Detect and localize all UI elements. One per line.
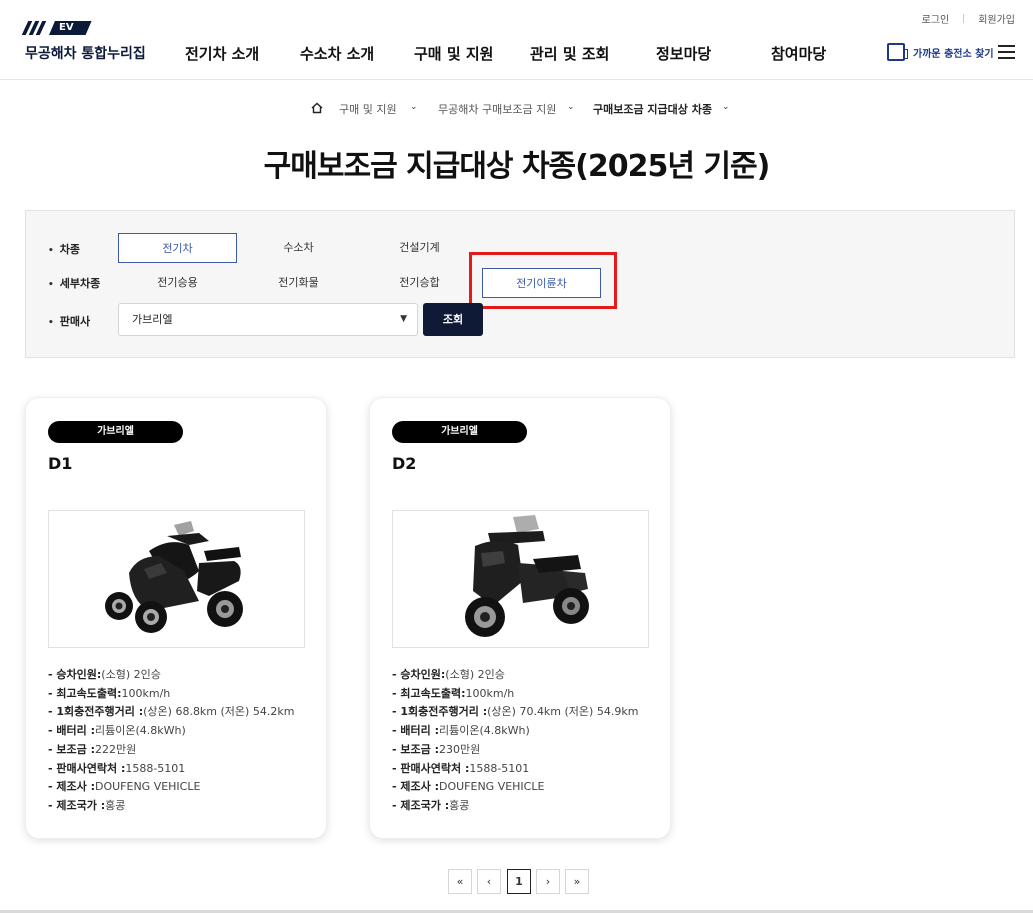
signup-link[interactable]: 회원가입 <box>978 11 1015 26</box>
home-icon[interactable] <box>311 102 323 114</box>
spec-item: - 배터리 :리튬이온(4.8kWh) <box>48 724 186 738</box>
model-name: D1 <box>48 454 73 473</box>
scooter-image <box>105 521 243 633</box>
spec-item: - 제조국가 :홍콩 <box>48 798 126 812</box>
spec-item: - 제조사 :DOUFENG VEHICLE <box>392 780 545 794</box>
seller-label: 판매사 <box>48 313 90 329</box>
logo-ev-badge: EV <box>49 21 92 35</box>
type-option-ev[interactable]: 전기차 <box>118 233 237 263</box>
spec-item: - 최고속도출력:100km/h <box>392 686 515 700</box>
subtype-option-bus[interactable]: 전기승합 <box>360 268 479 298</box>
chevron-down-icon[interactable]: ⌄ <box>567 102 575 112</box>
charger-label: 가까운 충전소 찾기 <box>913 48 994 60</box>
spec-item: - 제조국가 :홍콩 <box>392 798 470 812</box>
util-divider <box>963 14 965 23</box>
type-option-hydrogen[interactable]: 수소차 <box>239 233 358 263</box>
charger-icon <box>887 43 908 61</box>
page-number-current[interactable]: 1 <box>507 869 531 894</box>
type-option-construction[interactable]: 건설기계 <box>360 233 479 263</box>
breadcrumb-item[interactable]: 무공해차 구매보조금 지원 <box>438 101 556 117</box>
scooter-image <box>465 515 589 637</box>
spec-item: - 제조사 :DOUFENG VEHICLE <box>48 780 201 794</box>
prev-page-button[interactable]: ‹ <box>477 869 501 894</box>
spec-item: - 승차인원:(소형) 2인승 <box>48 668 161 681</box>
page-title: 구매보조금 지급대상 차종(2025년 기준) <box>263 149 771 184</box>
nav-participation[interactable]: 참여마당 <box>771 43 826 64</box>
first-page-button[interactable]: « <box>448 869 472 894</box>
spec-list: - 승차인원:(소형) 2인승 - 최고속도출력:100km/h - 1회충전주… <box>48 666 294 816</box>
breadcrumb-current: 구매보조금 지급대상 차종 <box>593 103 712 116</box>
vehicle-card[interactable]: 가브리엘 D2 - 승차인원:(소형) 2인승 - 최고속도출력:100km/h… <box>369 397 671 839</box>
nav-purchase-support[interactable]: 구매 및 지원 <box>414 43 493 64</box>
spec-item: - 배터리 :리튬이온(4.8kWh) <box>392 724 530 738</box>
utility-links: 로그인 회원가입 <box>922 11 1015 26</box>
login-link[interactable]: 로그인 <box>922 11 950 26</box>
spec-item: - 판매사연락처 :1588-5101 <box>392 761 530 775</box>
seller-select[interactable]: 가브리엘 ▼ <box>118 303 418 336</box>
breadcrumb-item[interactable]: 구매 및 지원 <box>339 101 397 117</box>
nav-ev-intro[interactable]: 전기차 소개 <box>185 43 259 64</box>
spec-item: - 판매사연락처 :1588-5101 <box>48 761 186 775</box>
spec-item: - 보조금 :230만원 <box>392 742 481 756</box>
highlight-box <box>469 252 617 309</box>
vehicle-card[interactable]: 가브리엘 D1 - 승차인원:(소형) 2인승 - 최고속도출력:100km/h… <box>25 397 327 839</box>
spec-item: - 1회충전주행거리 :(상온) 68.8km (저온) 54.2km <box>48 705 295 719</box>
spec-item: - 최고속도출력:100km/h <box>48 686 171 700</box>
menu-icon[interactable] <box>998 45 1015 59</box>
chevron-down-icon[interactable]: ⌄ <box>410 102 418 112</box>
spec-item: - 승차인원:(소형) 2인승 <box>392 668 505 681</box>
site-header: EV 무공해차 통합누리집 로그인 회원가입 전기차 소개 수소차 소개 구매 … <box>0 0 1033 80</box>
chevron-down-icon[interactable]: ⌄ <box>722 102 730 112</box>
spec-list: - 승차인원:(소형) 2인승 - 최고속도출력:100km/h - 1회충전주… <box>392 666 638 816</box>
spec-item: - 1회충전주행거리 :(상온) 70.4km (저온) 54.9km <box>392 705 639 719</box>
spec-item: - 보조금 :222만원 <box>48 742 137 756</box>
logo-mark: EV <box>21 20 92 36</box>
logo-text: 무공해차 통합누리집 <box>25 46 146 62</box>
maker-badge: 가브리엘 <box>48 421 183 443</box>
search-button[interactable]: 조회 <box>423 303 483 336</box>
model-name: D2 <box>392 454 417 473</box>
subtype-option-passenger[interactable]: 전기승용 <box>118 268 237 298</box>
vehicle-photo <box>48 510 305 648</box>
subtype-label: 세부차종 <box>48 275 100 291</box>
maker-badge: 가브리엘 <box>392 421 527 443</box>
seller-select-value: 가브리엘 <box>132 313 173 326</box>
caret-down-icon: ▼ <box>400 314 407 324</box>
vehicle-type-label: 차종 <box>48 241 80 257</box>
nav-hydrogen-intro[interactable]: 수소차 소개 <box>300 43 374 64</box>
last-page-button[interactable]: » <box>565 869 589 894</box>
nearby-charger-link[interactable]: 가까운 충전소 찾기 <box>887 43 994 61</box>
nav-manage-search[interactable]: 관리 및 조회 <box>530 43 609 64</box>
breadcrumb: 구매 및 지원 ⌄ 무공해차 구매보조금 지원 ⌄ 구매보조금 지급대상 차종 … <box>0 101 1033 117</box>
site-logo[interactable]: EV 무공해차 통합누리집 <box>21 20 155 65</box>
filter-panel: 차종 전기차 수소차 건설기계 세부차종 전기승용 전기화물 전기승합 전기이륜… <box>25 210 1015 358</box>
nav-info[interactable]: 정보마당 <box>656 43 711 64</box>
next-page-button[interactable]: › <box>536 869 560 894</box>
vehicle-photo <box>392 510 649 648</box>
subtype-option-truck[interactable]: 전기화물 <box>239 268 358 298</box>
